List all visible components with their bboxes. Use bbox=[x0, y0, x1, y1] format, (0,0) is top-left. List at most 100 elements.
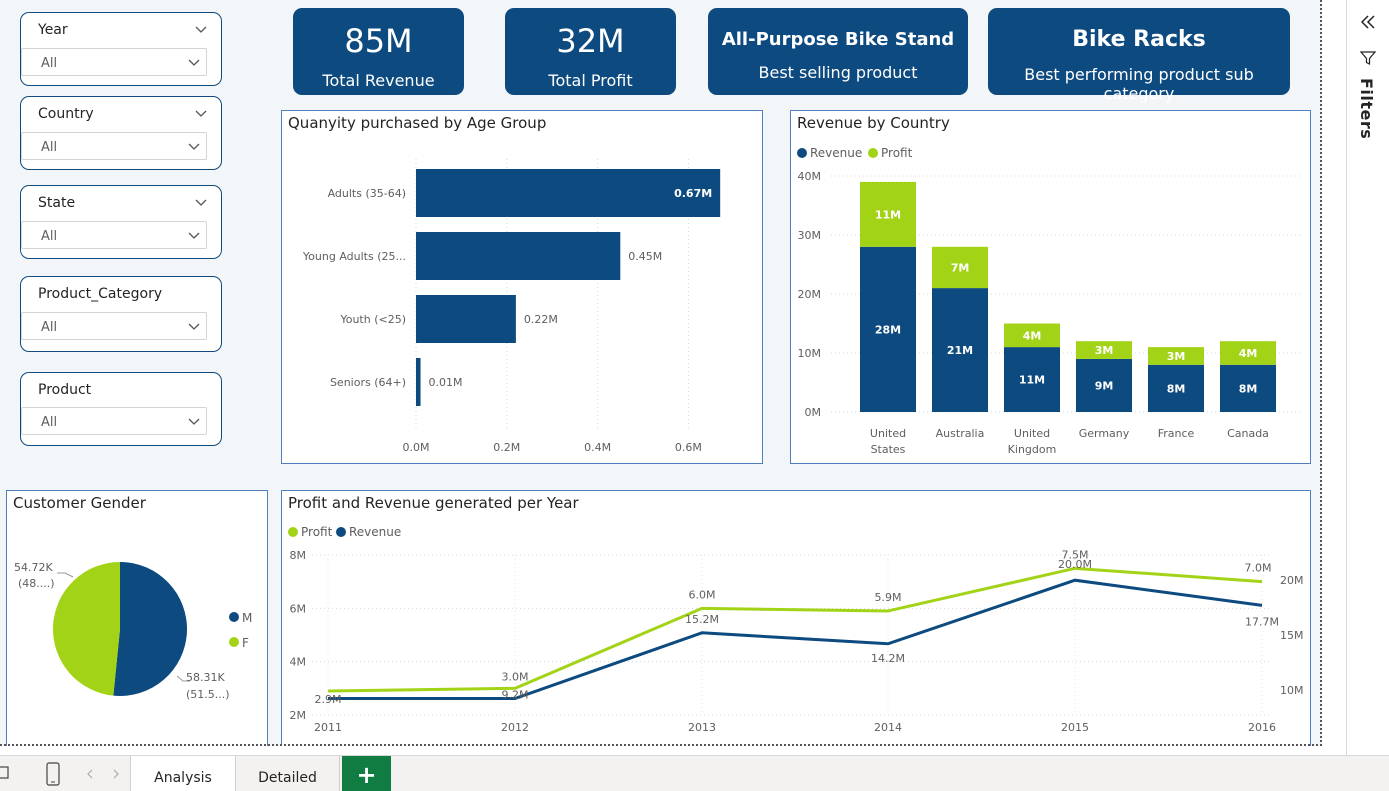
y-tick-label: 0M bbox=[805, 406, 822, 419]
category-label: States bbox=[871, 443, 906, 456]
slicer-product[interactable]: Product All bbox=[20, 372, 222, 446]
slicer-year-dropdown[interactable]: All bbox=[21, 48, 207, 76]
profit-revenue-year-panel: Profit and Revenue generated per Year Pr… bbox=[281, 490, 1311, 746]
data-label-profit: 3M bbox=[1095, 344, 1114, 357]
chevron-down-icon[interactable] bbox=[195, 110, 207, 118]
data-label-profit: 2.9M bbox=[315, 693, 342, 706]
report-canvas: Year All Country All State All Product_C… bbox=[0, 0, 1322, 746]
slicer-product-category-value: All bbox=[41, 320, 58, 335]
legend-label: Profit bbox=[881, 146, 913, 160]
chevron-right-icon[interactable] bbox=[112, 769, 120, 779]
chevron-down-icon bbox=[188, 232, 200, 239]
age-group-chart: 0.0M 0.2M 0.4M 0.6M Adults (35-64) 0.67M Young… bbox=[302, 159, 721, 454]
bar bbox=[416, 358, 421, 406]
data-label-revenue: 11M bbox=[1019, 374, 1045, 387]
data-label: 0.22M bbox=[524, 313, 558, 326]
category-label: Australia bbox=[936, 427, 985, 440]
chevron-left-icon[interactable] bbox=[86, 769, 94, 779]
data-label: 0.01M bbox=[429, 376, 463, 389]
kpi-best-product-label: Best selling product bbox=[758, 63, 918, 82]
data-label-profit: 4M bbox=[1023, 329, 1042, 342]
kpi-total-profit-label: Total Profit bbox=[548, 71, 633, 90]
legend-marker-profit bbox=[288, 527, 298, 537]
x-tick-label: 0.0M bbox=[403, 441, 430, 454]
data-label-profit: 11M bbox=[875, 208, 901, 221]
kpi-total-revenue: 85M Total Revenue bbox=[293, 8, 464, 95]
add-page-button[interactable]: + bbox=[342, 756, 391, 791]
legend-label: Revenue bbox=[810, 146, 862, 160]
category-label: United bbox=[1014, 427, 1050, 440]
chevron-down-icon[interactable] bbox=[195, 199, 207, 207]
data-label-revenue: 28M bbox=[875, 323, 901, 336]
slicer-product-title: Product bbox=[38, 382, 92, 398]
canvas-bottom-border bbox=[0, 744, 1322, 746]
bar bbox=[416, 232, 621, 280]
data-label-revenue: 8M bbox=[1239, 382, 1258, 395]
mobile-view-icon[interactable] bbox=[45, 762, 61, 786]
data-label-profit: 7.0M bbox=[1245, 562, 1272, 575]
desktop-view-icon[interactable] bbox=[0, 765, 10, 781]
filter-icon bbox=[1360, 51, 1376, 65]
y-tick-label: 30M bbox=[798, 229, 822, 242]
data-label-revenue: 20.0M bbox=[1058, 558, 1092, 571]
slicer-product-dropdown[interactable]: All bbox=[21, 407, 207, 435]
category-label: Youth (<25) bbox=[339, 313, 406, 326]
data-label: 0.45M bbox=[628, 250, 662, 263]
legend-marker-revenue bbox=[336, 527, 346, 537]
category-label: Seniors (64+) bbox=[330, 376, 406, 389]
slicer-country-dropdown[interactable]: All bbox=[21, 132, 207, 160]
pie-label: 58.31K bbox=[186, 671, 225, 684]
x-tick-label: 0.2M bbox=[493, 441, 520, 454]
data-label-revenue: 9.2M bbox=[502, 689, 529, 702]
revenue-by-country-panel: Revenue by Country Revenue Profit 0M 10M 20M… bbox=[790, 110, 1311, 464]
category-label: Adults (35-64) bbox=[328, 187, 406, 200]
collapse-pane-icon[interactable] bbox=[1359, 14, 1377, 30]
data-label-profit: 3.0M bbox=[502, 670, 529, 683]
slicer-year[interactable]: Year All bbox=[20, 12, 222, 86]
x-tick-label: 2011 bbox=[314, 721, 342, 734]
x-tick-label: 2012 bbox=[501, 721, 529, 734]
slicer-product-category-title: Product_Category bbox=[38, 286, 163, 302]
x-tick-label: 2015 bbox=[1061, 721, 1089, 734]
kpi-total-revenue-value: 85M bbox=[344, 22, 413, 60]
y-tick-label: 10M bbox=[798, 347, 822, 360]
slicer-year-value: All bbox=[41, 56, 58, 71]
slicer-country-value: All bbox=[41, 140, 58, 155]
slicer-country[interactable]: Country All bbox=[20, 96, 222, 170]
chevron-down-icon bbox=[188, 59, 200, 66]
chevron-down-icon[interactable] bbox=[195, 26, 207, 34]
legend-label: M bbox=[242, 611, 252, 625]
slicer-product-category[interactable]: Product_Category All bbox=[20, 276, 222, 352]
chevron-down-icon bbox=[188, 323, 200, 330]
legend-marker-profit bbox=[868, 148, 878, 158]
category-label: Young Adults (25... bbox=[302, 250, 406, 263]
slicer-state[interactable]: State All bbox=[20, 185, 222, 259]
slicer-country-title: Country bbox=[38, 106, 94, 122]
y-right-tick-label: 10M bbox=[1280, 684, 1304, 697]
canvas-right-border bbox=[1320, 0, 1322, 746]
data-label-revenue: 14.2M bbox=[871, 652, 905, 665]
data-label-revenue: 15.2M bbox=[685, 613, 719, 626]
category-label: Germany bbox=[1079, 427, 1130, 440]
chevron-down-icon bbox=[188, 143, 200, 150]
category-label: United bbox=[870, 427, 906, 440]
data-label-revenue: 8M bbox=[1167, 382, 1186, 395]
slicer-product-category-dropdown[interactable]: All bbox=[21, 312, 207, 340]
filters-label[interactable]: Filters bbox=[1357, 78, 1376, 139]
y-left-tick-label: 2M bbox=[290, 709, 307, 722]
kpi-best-subcategory: Bike Racks Best performing product sub c… bbox=[988, 8, 1290, 103]
pie-label: 54.72K bbox=[14, 561, 53, 574]
legend-marker-revenue bbox=[797, 148, 807, 158]
profit-revenue-year-chart: Profit Revenue 2M 4M 6M 8M 10M 15M 20M 2011 2012 20… bbox=[288, 525, 1304, 734]
y-tick-label: 40M bbox=[798, 170, 822, 183]
tab-analysis[interactable]: Analysis bbox=[130, 756, 236, 791]
slicer-state-dropdown[interactable]: All bbox=[21, 221, 207, 249]
kpi-best-product-value: All-Purpose Bike Stand bbox=[721, 29, 955, 50]
data-label-profit: 7M bbox=[951, 261, 970, 274]
tab-detailed[interactable]: Detailed bbox=[236, 756, 340, 791]
kpi-total-revenue-label: Total Revenue bbox=[322, 71, 435, 90]
y-right-tick-label: 20M bbox=[1280, 574, 1304, 587]
slicer-product-value: All bbox=[41, 415, 58, 430]
legend-marker-m bbox=[229, 612, 239, 622]
legend-marker-f bbox=[229, 637, 239, 647]
